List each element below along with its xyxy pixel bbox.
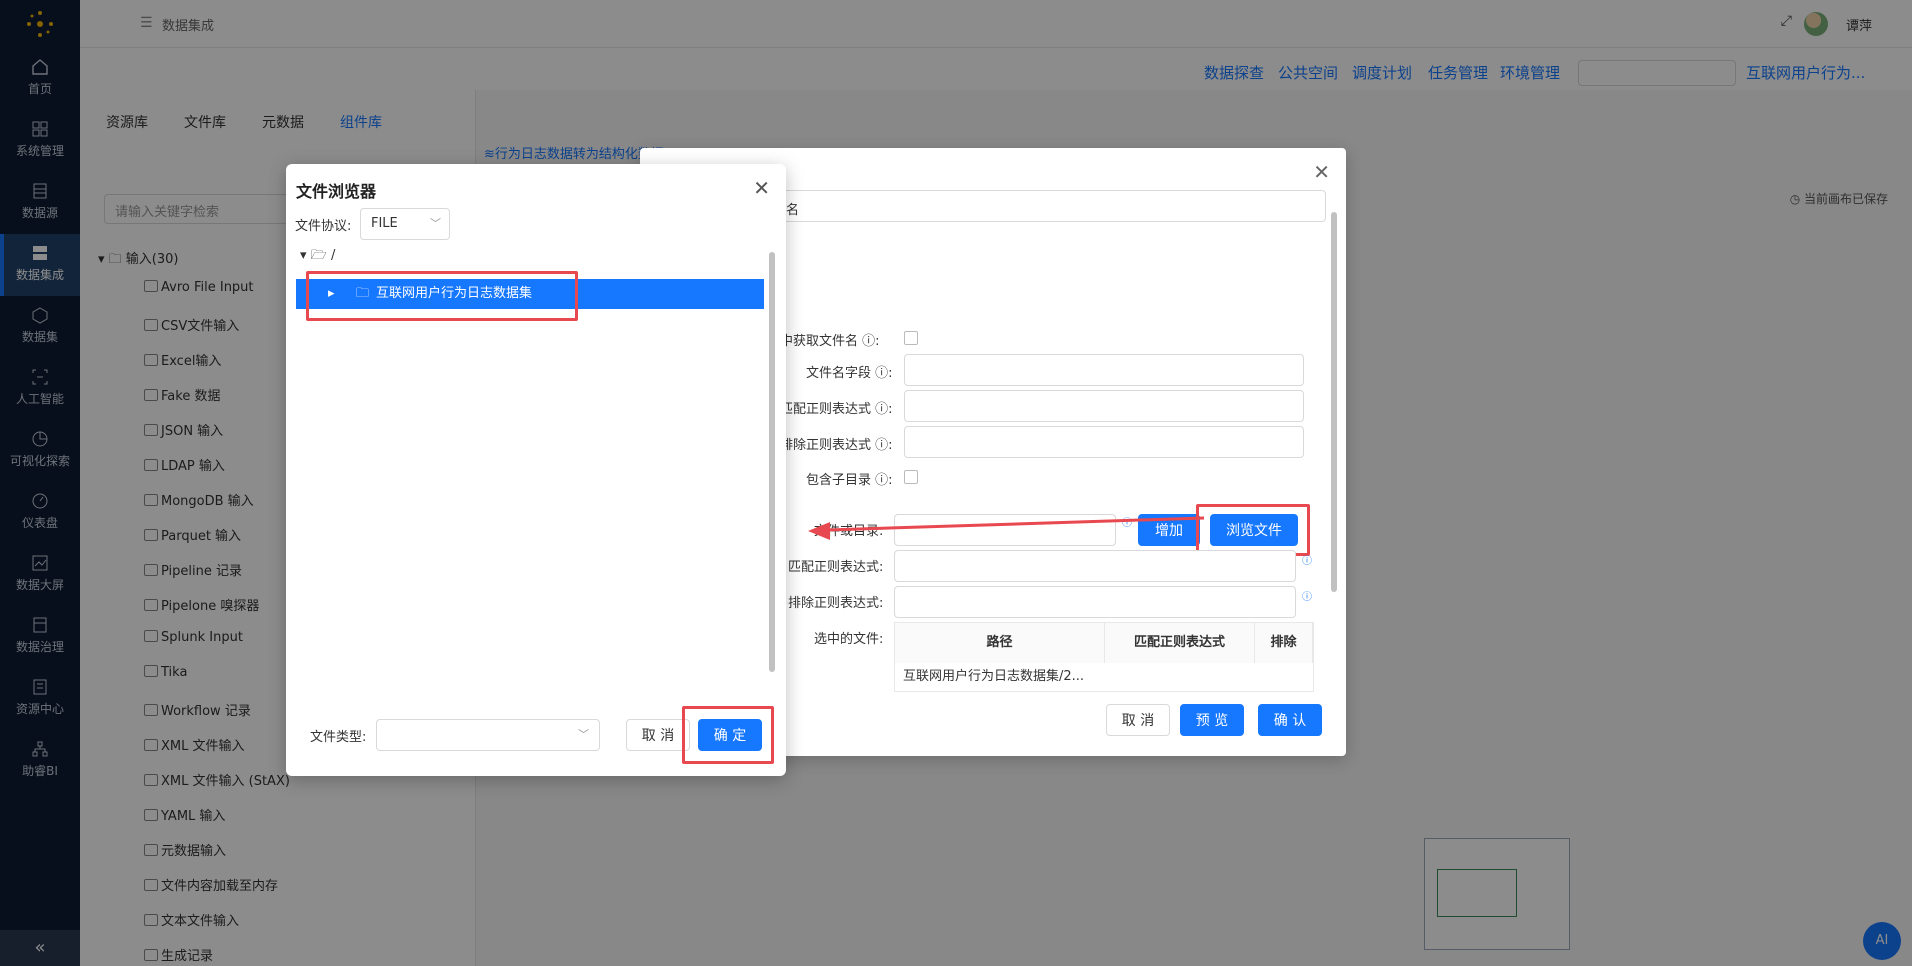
label-text: 中获取文件名 [780,334,859,349]
close-icon[interactable]: ✕ [753,176,770,200]
highlight-ok [682,706,774,764]
match-regex-input[interactable] [894,550,1296,582]
table-row[interactable]: 互联网用户行为日志数据集/2... [903,665,1084,684]
match-regex-label-top: 匹配正则表达式 ⓘ: [780,402,893,417]
exclude-regex-input-top[interactable] [904,426,1304,458]
tree-root[interactable]: ▾ 🗁 / [300,246,335,268]
exclude-regex-input[interactable] [894,586,1296,618]
label-text: 包含子目录 [806,473,872,488]
protocol-select[interactable]: FILE [360,208,450,240]
highlight-browse [1196,504,1310,556]
label-text: 文件名字段 [806,366,872,381]
file-browser-dialog: 文件浏览器 ✕ 文件协议: FILE ▾ 🗁 / ▸🗀互联网用户行为日志数据集 … [286,164,786,776]
exclude-regex-label: 排除正则表达式: [788,596,884,611]
file-type-select[interactable] [376,719,600,751]
preview-button[interactable]: 预 览 [1180,704,1244,736]
info-icon: ⓘ [1302,556,1312,567]
selected-files-label: 选中的文件: [814,632,884,647]
label-text: 匹配正则表达式 [780,402,872,417]
file-browser-scrollbar[interactable] [768,236,776,714]
match-regex-input-top[interactable] [904,390,1304,422]
selected-files-table: 路径 匹配正则表达式 排除 互联网用户行为日志数据集/2... [894,622,1314,692]
file-type-label: 文件类型: [310,730,367,745]
include-subdir-label: 包含子目录 ⓘ: [806,473,893,488]
protocol-label: 文件协议: [295,219,352,234]
step-name-label: 名 [786,203,800,218]
col-path: 路径 [895,623,1105,663]
confirm-button[interactable]: 确 认 [1258,704,1322,736]
match-regex-label: 匹配正则表达式: [788,560,884,575]
filename-checkbox[interactable] [904,331,918,345]
cancel-button[interactable]: 取 消 [1106,704,1170,736]
annotation-arrow [808,516,1205,540]
col-exclude: 排除 [1255,623,1313,663]
highlight-folder [306,271,578,321]
filename-field-select[interactable] [904,354,1304,386]
dialog-scrollbar[interactable] [1330,196,1338,676]
root-label: / [330,248,336,263]
cancel-button[interactable]: 取 消 [626,719,690,751]
label-text: 排除正则表达式 [780,438,872,453]
filename-field-label: 文件名字段 ⓘ: [806,366,893,381]
exclude-regex-label-top: 排除正则表达式 ⓘ: [780,438,893,453]
step-name-input[interactable] [770,190,1326,222]
filename-from-field-label: 中获取文件名 ⓘ: [780,334,880,349]
info-icon: ⓘ [1302,592,1312,603]
dialog-title: 文件浏览器 [296,182,377,201]
close-icon[interactable]: ✕ [1313,160,1330,184]
folder-open-icon: 🗁 [310,248,327,263]
include-subdir-checkbox[interactable] [904,470,918,484]
caret-down-icon[interactable]: ▾ [300,248,307,263]
col-match: 匹配正则表达式 [1105,623,1255,663]
